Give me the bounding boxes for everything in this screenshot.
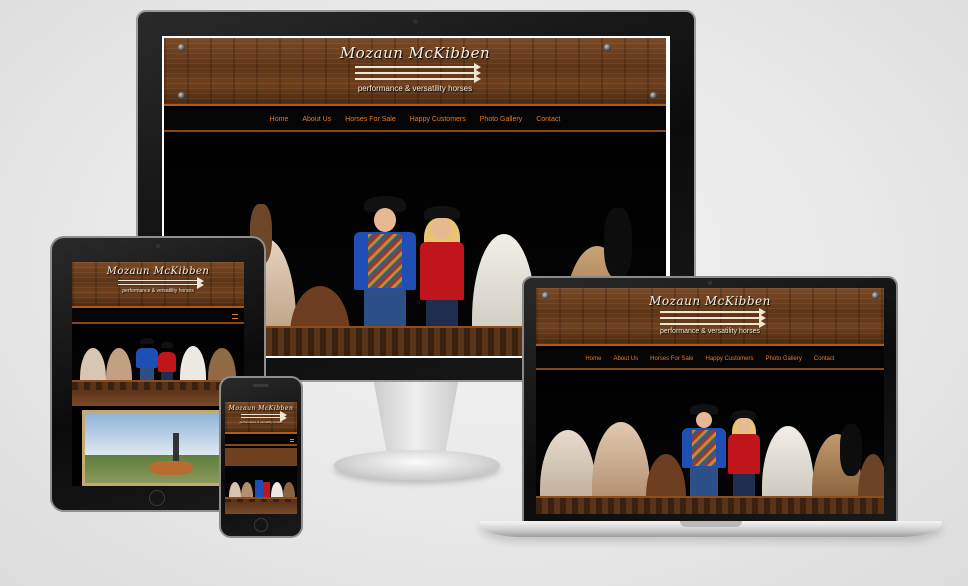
nav-home[interactable]: Home xyxy=(585,356,601,368)
desktop-nav: Home About Us Horses For Sale Happy Cust… xyxy=(164,110,666,132)
logo-tagline: performance & versatility horses xyxy=(122,288,194,294)
nav-home[interactable]: Home xyxy=(270,116,289,130)
monitor-stand xyxy=(373,382,459,454)
home-button-icon[interactable] xyxy=(254,518,268,532)
phone: Mozaun McKibben performance & versatilit… xyxy=(219,376,303,538)
nav-about-us[interactable]: About Us xyxy=(302,116,331,130)
nav-horses-for-sale[interactable]: Horses For Sale xyxy=(345,116,396,130)
logo-tagline: performance & versatility horses xyxy=(357,84,473,93)
nav-photo-gallery[interactable]: Photo Gallery xyxy=(480,116,522,130)
laptop-notch xyxy=(680,521,742,527)
camera-icon xyxy=(708,281,712,285)
phone-speaker xyxy=(253,384,269,387)
logo-name: Mozaun McKibben xyxy=(339,44,491,62)
nav-photo-gallery[interactable]: Photo Gallery xyxy=(766,356,802,368)
site-logo[interactable]: Mozaun McKibben performance & versatilit… xyxy=(164,44,666,93)
menu-icon[interactable] xyxy=(232,314,238,319)
arrow-icon xyxy=(355,63,481,71)
camera-icon xyxy=(413,19,418,24)
laptop: Mozaun McKibben performance & versatilit… xyxy=(522,276,898,522)
site-header: Mozaun McKibben performance & versatilit… xyxy=(164,38,666,106)
nav-horses-for-sale[interactable]: Horses For Sale xyxy=(650,356,693,368)
logo-tagline: performance & versatility horses xyxy=(660,328,760,335)
feature-photo xyxy=(82,410,234,486)
camera-icon xyxy=(156,244,160,248)
nav-about-us[interactable]: About Us xyxy=(613,356,638,368)
nav-happy-customers[interactable]: Happy Customers xyxy=(410,116,466,130)
arrow-icon xyxy=(241,414,287,422)
laptop-screen: Mozaun McKibben performance & versatilit… xyxy=(536,288,884,514)
phone-screen: Mozaun McKibben performance & versatilit… xyxy=(225,402,297,514)
arrow-icon xyxy=(355,75,481,83)
logo-name: Mozaun McKibben xyxy=(649,294,771,308)
arrow-icon xyxy=(118,277,204,285)
nav-contact[interactable]: Contact xyxy=(814,356,835,368)
responsive-mockup: { "site": { "logo_name": "Mozaun McKibbe… xyxy=(0,0,968,586)
nav-contact[interactable]: Contact xyxy=(536,116,560,130)
menu-icon[interactable] xyxy=(290,439,294,442)
home-button-icon[interactable] xyxy=(149,490,165,506)
arrow-icon xyxy=(660,314,766,322)
logo-name: Mozaun McKibben xyxy=(106,266,210,277)
nav-happy-customers[interactable]: Happy Customers xyxy=(705,356,753,368)
arrow-icon xyxy=(660,308,766,316)
arrow-icon xyxy=(118,281,204,289)
monitor-base xyxy=(334,450,500,480)
arrow-icon xyxy=(355,69,481,77)
arrow-icon xyxy=(660,320,766,328)
arrow-icon xyxy=(241,411,287,419)
